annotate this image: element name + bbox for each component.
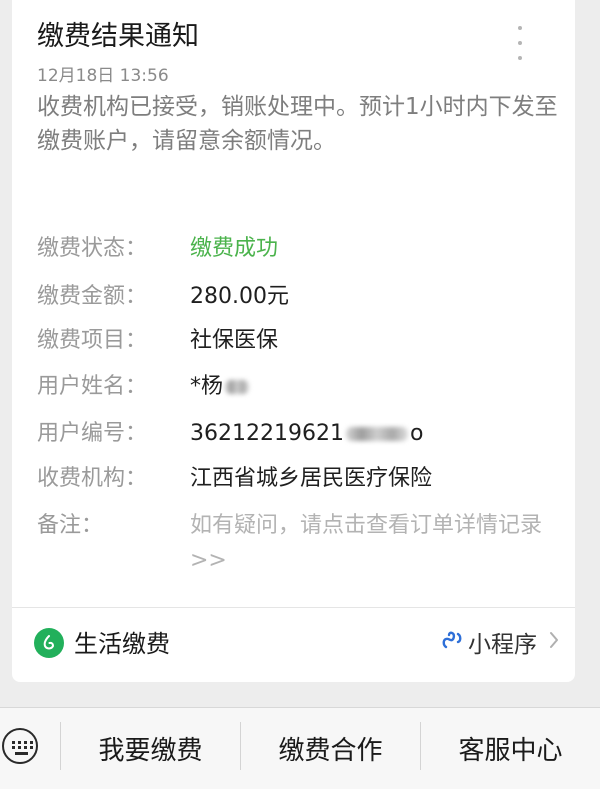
notification-card[interactable]: 缴费结果通知 12月18日 13:56 收费机构已接受，销账处理中。预计1小时内… (12, 0, 575, 682)
service-name: 生活缴费 (74, 630, 170, 658)
redaction-blur (225, 380, 250, 394)
redaction-blur (345, 427, 408, 441)
field-number-prefix: 36212219621 (190, 421, 344, 446)
card-footer[interactable]: 生活缴费 小程序 (12, 608, 575, 682)
field-note-label: 备注： (37, 513, 104, 538)
more-icon[interactable] (515, 26, 525, 60)
menu-pay[interactable]: 我要缴费 (61, 708, 240, 789)
mini-program-icon (442, 628, 462, 656)
field-status-value: 缴费成功 (190, 236, 279, 261)
field-org-label: 收费机构： (37, 466, 148, 491)
field-amount-value: 280.00元 (190, 284, 289, 309)
field-item-label: 缴费项目： (37, 328, 148, 353)
order-detail-link[interactable]: 如有疑问，请点击查看订单详情记录>> (190, 508, 555, 578)
field-name-label: 用户姓名： (37, 374, 148, 399)
field-item-value: 社保医保 (190, 328, 279, 353)
notification-description: 收费机构已接受，销账处理中。预计1小时内下发至缴费账户，请留意余额情况。 (37, 94, 558, 154)
field-number-suffix: o (409, 421, 424, 446)
field-number-value: 36212219621 o (190, 416, 555, 451)
keyboard-icon[interactable] (2, 728, 38, 764)
mini-program-link[interactable]: 小程序 (442, 625, 559, 659)
field-number-label: 用户编号： (37, 421, 148, 446)
notification-time: 12月18日 13:56 (37, 66, 169, 86)
field-amount-label: 缴费金额： (37, 284, 148, 309)
field-org-value: 江西省城乡居民医疗保险 (190, 466, 433, 491)
field-status-label: 缴费状态： (37, 236, 148, 261)
bottom-menu-bar: 我要缴费 缴费合作 客服中心 (0, 707, 600, 789)
mini-program-label: 小程序 (468, 632, 537, 658)
life-payment-icon (34, 628, 64, 658)
menu-customer-service[interactable]: 客服中心 (421, 708, 600, 789)
notification-title: 缴费结果通知 (37, 21, 199, 52)
field-name-visible: *杨 (190, 374, 224, 399)
chevron-right-icon (549, 631, 559, 653)
field-name-value: *杨 (190, 369, 555, 404)
menu-cooperation[interactable]: 缴费合作 (241, 708, 420, 789)
